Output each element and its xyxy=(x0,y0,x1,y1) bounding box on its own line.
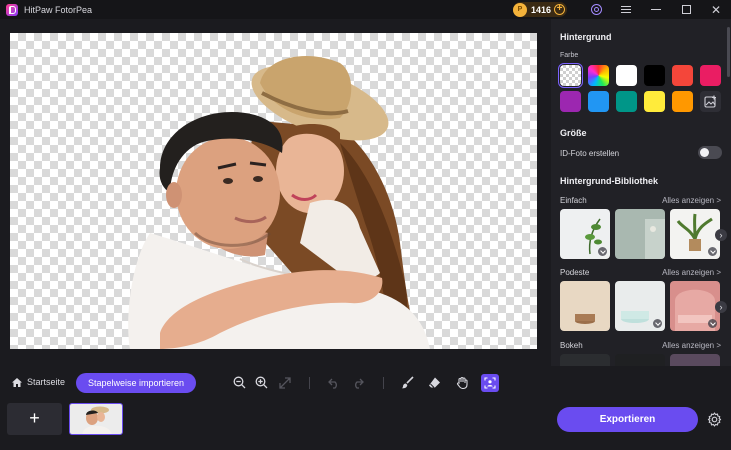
home-label: Startseite xyxy=(27,377,66,387)
expand-icon xyxy=(278,376,291,389)
swatch-red[interactable] xyxy=(672,65,693,86)
category-simple-label: Einfach xyxy=(560,196,587,205)
bg-thumb-podium-3[interactable] xyxy=(670,281,720,331)
undo-icon xyxy=(327,378,337,389)
person-focus-icon xyxy=(484,377,496,389)
id-photo-label: ID-Foto erstellen xyxy=(560,149,620,158)
fit-screen-button[interactable] xyxy=(277,375,292,390)
upload-background-button[interactable] xyxy=(700,91,721,112)
batch-import-button[interactable]: Stapelweise importieren xyxy=(76,373,197,393)
user-icon xyxy=(590,4,602,15)
bg-thumb-bokeh-3[interactable] xyxy=(670,354,720,366)
scroll-right-simple-button[interactable]: › xyxy=(715,229,727,241)
download-icon[interactable] xyxy=(653,319,662,328)
undo-button[interactable] xyxy=(326,375,341,390)
swatch-transparent[interactable] xyxy=(557,62,584,89)
scroll-right-podium-button[interactable]: › xyxy=(715,301,727,313)
see-all-bokeh-link[interactable]: Alles anzeigen > xyxy=(662,341,721,350)
brush-icon xyxy=(401,376,414,389)
coin-icon: P xyxy=(512,2,527,17)
swatch-teal[interactable] xyxy=(616,91,637,112)
swatch-black[interactable] xyxy=(644,65,665,86)
swatch-pink[interactable] xyxy=(700,65,721,86)
minimize-icon xyxy=(651,9,661,10)
zoom-in-button[interactable] xyxy=(254,375,269,390)
swatch-color-picker[interactable] xyxy=(588,65,609,86)
thumbnail-image xyxy=(70,404,122,434)
coin-balance[interactable]: P 1416 + xyxy=(512,2,567,17)
see-all-simple-link[interactable]: Alles anzeigen > xyxy=(662,196,721,205)
maximize-button[interactable] xyxy=(671,0,701,19)
zoom-out-icon xyxy=(233,376,246,389)
coin-count: 1416 xyxy=(530,4,551,15)
file-thumbnail[interactable] xyxy=(69,403,123,435)
background-section-title: Hintergrund xyxy=(560,32,612,42)
bg-thumb-podium-1[interactable] xyxy=(560,281,610,331)
brush-button[interactable] xyxy=(400,375,415,390)
home-icon xyxy=(12,377,22,387)
download-icon[interactable] xyxy=(708,247,717,256)
category-podium-label: Podeste xyxy=(560,268,590,277)
toolbar-divider xyxy=(309,377,310,389)
toolbar-divider xyxy=(383,377,384,389)
hand-icon xyxy=(456,376,468,389)
image-canvas[interactable] xyxy=(10,33,537,349)
bg-thumb-podium-2[interactable] xyxy=(615,281,665,331)
download-icon[interactable] xyxy=(708,319,717,328)
bg-thumb-bokeh-2[interactable] xyxy=(615,354,665,366)
hamburger-icon xyxy=(621,6,631,13)
swatch-purple[interactable] xyxy=(560,91,581,112)
library-section-title: Hintergrund-Bibliothek xyxy=(560,176,658,186)
bottom-toolbar: Startseite Stapelweise importieren xyxy=(0,366,731,400)
export-button[interactable]: Exportieren xyxy=(557,407,698,432)
app-logo-icon xyxy=(6,3,18,16)
menu-button[interactable] xyxy=(611,0,641,19)
swatch-white[interactable] xyxy=(616,65,637,86)
swatch-blue[interactable] xyxy=(588,91,609,112)
size-section-title: Größe xyxy=(560,128,587,138)
zoom-out-button[interactable] xyxy=(232,375,247,390)
swatch-orange[interactable] xyxy=(672,91,693,112)
color-label: Farbe xyxy=(560,52,579,59)
bg-thumb-bokeh-1[interactable] xyxy=(560,354,610,366)
settings-gear-icon[interactable] xyxy=(707,412,722,427)
swatch-yellow[interactable] xyxy=(644,91,665,112)
pan-hand-button[interactable] xyxy=(455,375,470,390)
bg-thumb-simple-3[interactable] xyxy=(670,209,720,259)
eraser-icon xyxy=(429,377,440,388)
maximize-icon xyxy=(681,5,691,14)
add-coins-icon[interactable]: + xyxy=(554,4,565,15)
person-select-button[interactable] xyxy=(481,374,499,392)
home-button[interactable]: Startseite xyxy=(12,377,65,387)
category-bokeh-label: Bokeh xyxy=(560,341,583,350)
close-icon: ✕ xyxy=(710,2,722,17)
cutout-photo xyxy=(128,55,430,349)
settings-panel: Hintergrund Farbe Größe ID-Foto erstelle… xyxy=(551,19,731,366)
account-button[interactable] xyxy=(581,0,611,19)
zoom-in-icon xyxy=(255,376,268,389)
thumb-image xyxy=(575,314,595,324)
thumb-image xyxy=(645,219,665,259)
redo-icon xyxy=(354,378,364,389)
footer-bar: + Exportieren xyxy=(0,400,731,450)
bg-thumb-simple-1[interactable] xyxy=(560,209,610,259)
title-bar-controls: P 1416 + ✕ xyxy=(512,0,731,19)
title-bar: HitPaw FotorPea P 1416 + ✕ xyxy=(0,0,731,19)
app-title: HitPaw FotorPea xyxy=(24,4,93,15)
eraser-button[interactable] xyxy=(427,375,442,390)
see-all-podium-link[interactable]: Alles anzeigen > xyxy=(662,268,721,277)
redo-button[interactable] xyxy=(350,375,365,390)
image-upload-icon xyxy=(704,95,716,108)
panel-scrollbar[interactable] xyxy=(727,27,730,77)
add-image-button[interactable]: + xyxy=(7,403,62,435)
bg-thumb-simple-2[interactable] xyxy=(615,209,665,259)
download-icon[interactable] xyxy=(598,247,607,256)
minimize-button[interactable] xyxy=(641,0,671,19)
id-photo-toggle[interactable] xyxy=(698,146,722,159)
close-button[interactable]: ✕ xyxy=(701,0,731,19)
